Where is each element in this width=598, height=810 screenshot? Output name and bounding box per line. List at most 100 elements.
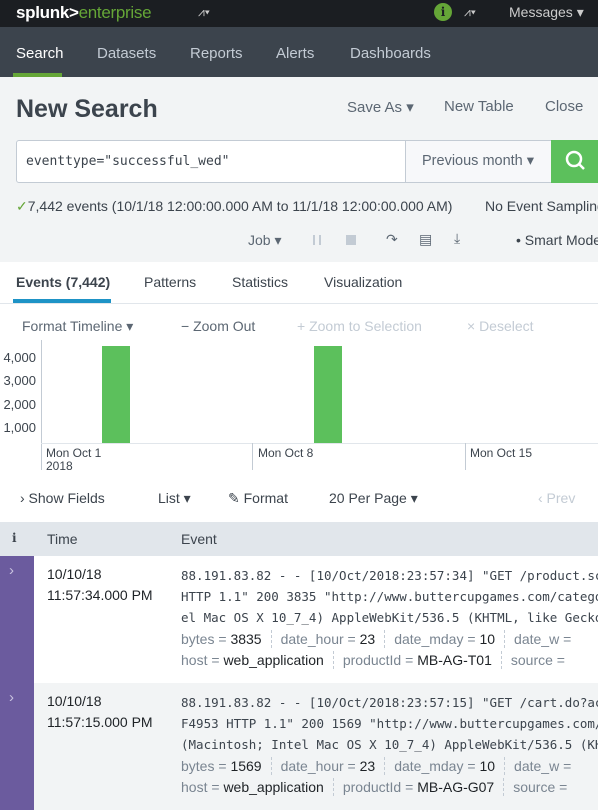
timeline-bar[interactable] [314, 346, 342, 443]
event-date: 10/10/18 [47, 693, 102, 709]
field-value[interactable]: 1569 [230, 758, 261, 774]
tab-patterns[interactable]: Patterns [144, 274, 196, 290]
zoom-out-button[interactable]: − Zoom Out [181, 318, 255, 334]
field-pair[interactable]: source = [513, 779, 567, 795]
search-icon [565, 150, 585, 170]
field-value[interactable]: web_application [223, 779, 323, 795]
event-time: 11:57:15.000 PM [47, 714, 153, 730]
chevron-right-icon[interactable]: › [9, 562, 14, 579]
field-pair[interactable]: date_mday = 10 [394, 631, 495, 647]
search-input[interactable]: eventtype="successful_wed" [26, 154, 230, 169]
field-pair[interactable]: date_mday = 10 [394, 758, 495, 774]
field-value[interactable]: 10 [479, 758, 495, 774]
field-pair[interactable]: productId = MB-AG-T01 [343, 652, 492, 668]
new-table-button[interactable]: New Table [444, 98, 514, 115]
field-name: bytes [181, 758, 215, 774]
event-sampling[interactable]: No Event Sampling [485, 198, 598, 214]
deselect-button[interactable]: × Deselect [467, 318, 534, 334]
field-name: date_w [514, 631, 560, 647]
per-page-menu[interactable]: 20 Per Page ▾ [329, 490, 418, 507]
field-name: source [513, 779, 556, 795]
nav-search[interactable]: Search [16, 45, 64, 62]
field-value[interactable]: web_application [223, 652, 323, 668]
job-menu[interactable]: Job ▾ [248, 232, 282, 249]
splunk-logo[interactable]: splunk>enterprise [16, 3, 152, 23]
event-raw-line: 88.191.83.82 - - [10/Oct/2018:23:57:34] … [181, 568, 598, 583]
messages-menu[interactable]: Messages ▾ [509, 4, 584, 21]
nav-dashboards[interactable]: Dashboards [350, 45, 431, 62]
field-separator [384, 757, 386, 775]
field-pair[interactable]: date_w = [514, 631, 571, 647]
field-pair[interactable]: date_w = [514, 758, 571, 774]
timeline-bar[interactable] [102, 346, 130, 443]
field-name: date_mday [394, 758, 464, 774]
share-icon[interactable]: ↷ [386, 231, 398, 248]
show-fields-button[interactable]: › Show Fields [20, 490, 105, 506]
save-as-button[interactable]: Save As ▾ [347, 98, 414, 116]
tab-active-indicator [13, 299, 111, 303]
info-column-header: i [12, 531, 17, 545]
field-pair[interactable]: productId = MB-AG-G07 [343, 779, 494, 795]
activity-icon-2[interactable]: ⩘▾ [464, 5, 476, 20]
time-range-picker[interactable]: Previous month ▾ [405, 141, 551, 182]
stop-icon[interactable] [346, 235, 356, 245]
format-timeline-menu[interactable]: Format Timeline ▾ [22, 318, 133, 335]
event-date: 10/10/18 [47, 566, 102, 582]
field-value[interactable]: 10 [479, 631, 495, 647]
field-pair[interactable]: host = web_application [181, 779, 324, 795]
field-separator [504, 757, 506, 775]
search-mode-menu[interactable]: • Smart Mode [516, 232, 598, 248]
activity-icon[interactable]: ⩘▾ [198, 5, 210, 20]
field-pair[interactable]: date_hour = 23 [281, 758, 376, 774]
table-row[interactable]: › 10/10/18 11:57:15.000 PM 88.191.83.82 -… [0, 683, 598, 810]
pencil-icon: ✎ [228, 490, 240, 506]
field-value[interactable]: MB-AG-T01 [417, 652, 492, 668]
y-tick: 1,000 [3, 420, 36, 435]
info-icon[interactable]: i [434, 3, 452, 21]
list-view-menu[interactable]: List ▾ [158, 490, 191, 507]
nav-reports[interactable]: Reports [190, 45, 243, 62]
top-bar: splunk>enterprise ⩘▾ i ⩘▾ Messages ▾ [0, 0, 598, 27]
y-tick: 3,000 [3, 373, 36, 388]
export-icon[interactable]: ⤓ [454, 230, 460, 247]
tab-visualization[interactable]: Visualization [324, 274, 402, 290]
time-column-header[interactable]: Time [47, 531, 78, 547]
field-pair[interactable]: host = web_application [181, 652, 324, 668]
timeline-chart[interactable]: 4,000 3,000 2,000 1,000 Mon Oct 1 2018 M… [0, 340, 598, 475]
field-separator [504, 630, 506, 648]
baseline [41, 443, 598, 444]
field-value[interactable]: 23 [360, 758, 376, 774]
prev-page-button[interactable]: ‹ Prev [538, 490, 575, 506]
event-column-header[interactable]: Event [181, 531, 217, 547]
field-name: bytes [181, 631, 215, 647]
zoom-to-selection-button[interactable]: + Zoom to Selection [297, 318, 422, 334]
nav-datasets[interactable]: Datasets [97, 45, 156, 62]
format-button[interactable]: ✎ Format [228, 490, 288, 507]
nav-alerts[interactable]: Alerts [276, 45, 314, 62]
page-title: New Search [16, 95, 158, 123]
field-name: date_w [514, 758, 560, 774]
row-expand-bar[interactable]: › [0, 683, 34, 810]
search-button[interactable] [551, 140, 598, 183]
close-button[interactable]: Close [545, 98, 583, 115]
tab-events[interactable]: Events (7,442) [16, 274, 110, 290]
field-pair[interactable]: bytes = 3835 [181, 631, 262, 647]
event-time: 11:57:34.000 PM [47, 587, 153, 603]
field-pair[interactable]: source = [511, 652, 565, 668]
tab-statistics[interactable]: Statistics [232, 274, 288, 290]
field-value[interactable]: MB-AG-G07 [417, 779, 494, 795]
field-pair[interactable]: bytes = 1569 [181, 758, 262, 774]
field-value[interactable]: 3835 [230, 631, 261, 647]
smart-mode-label: Smart Mode [524, 232, 598, 248]
row-expand-bar[interactable]: › [0, 556, 34, 683]
pause-icon[interactable] [313, 235, 321, 245]
field-separator [332, 651, 334, 669]
app-nav: Search Datasets Reports Alerts Dashboard… [0, 27, 598, 77]
chevron-right-icon[interactable]: › [9, 689, 14, 706]
table-row[interactable]: › 10/10/18 11:57:34.000 PM 88.191.83.82 -… [0, 556, 598, 683]
field-pair[interactable]: date_hour = 23 [281, 631, 376, 647]
field-value[interactable]: 23 [360, 631, 376, 647]
axis-line [41, 340, 42, 470]
print-icon[interactable]: ▤ [419, 231, 432, 248]
field-name: date_hour [280, 758, 344, 774]
